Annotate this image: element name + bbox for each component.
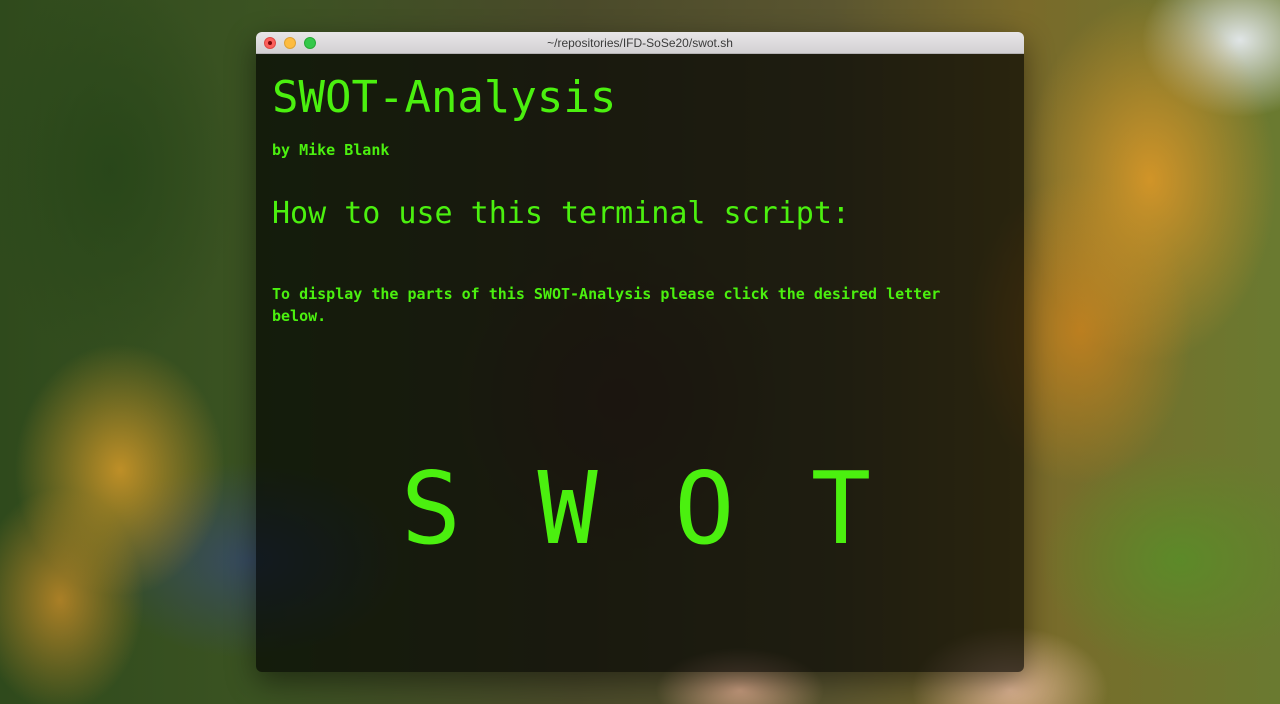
- swot-letter-t-button[interactable]: T: [796, 449, 886, 569]
- author-line: by Mike Blank: [272, 141, 390, 159]
- swot-letter-menu: S W O T: [386, 449, 886, 569]
- window-title: ~/repositories/IFD-SoSe20/swot.sh: [547, 36, 733, 50]
- swot-letter-s-button[interactable]: S: [386, 449, 476, 569]
- terminal-window: ~/repositories/IFD-SoSe20/swot.sh SWOT-A…: [256, 32, 1024, 672]
- terminal-content: SWOT-Analysis by Mike Blank How to use t…: [256, 54, 1024, 672]
- usage-instructions: To display the parts of this SWOT-Analys…: [272, 285, 941, 325]
- window-titlebar[interactable]: ~/repositories/IFD-SoSe20/swot.sh: [256, 32, 1024, 54]
- swot-letter-w-button[interactable]: W: [523, 449, 613, 569]
- swot-letter-o-button[interactable]: O: [659, 449, 749, 569]
- usage-heading: How to use this terminal script:: [272, 196, 850, 231]
- page-title: SWOT-Analysis: [272, 72, 617, 123]
